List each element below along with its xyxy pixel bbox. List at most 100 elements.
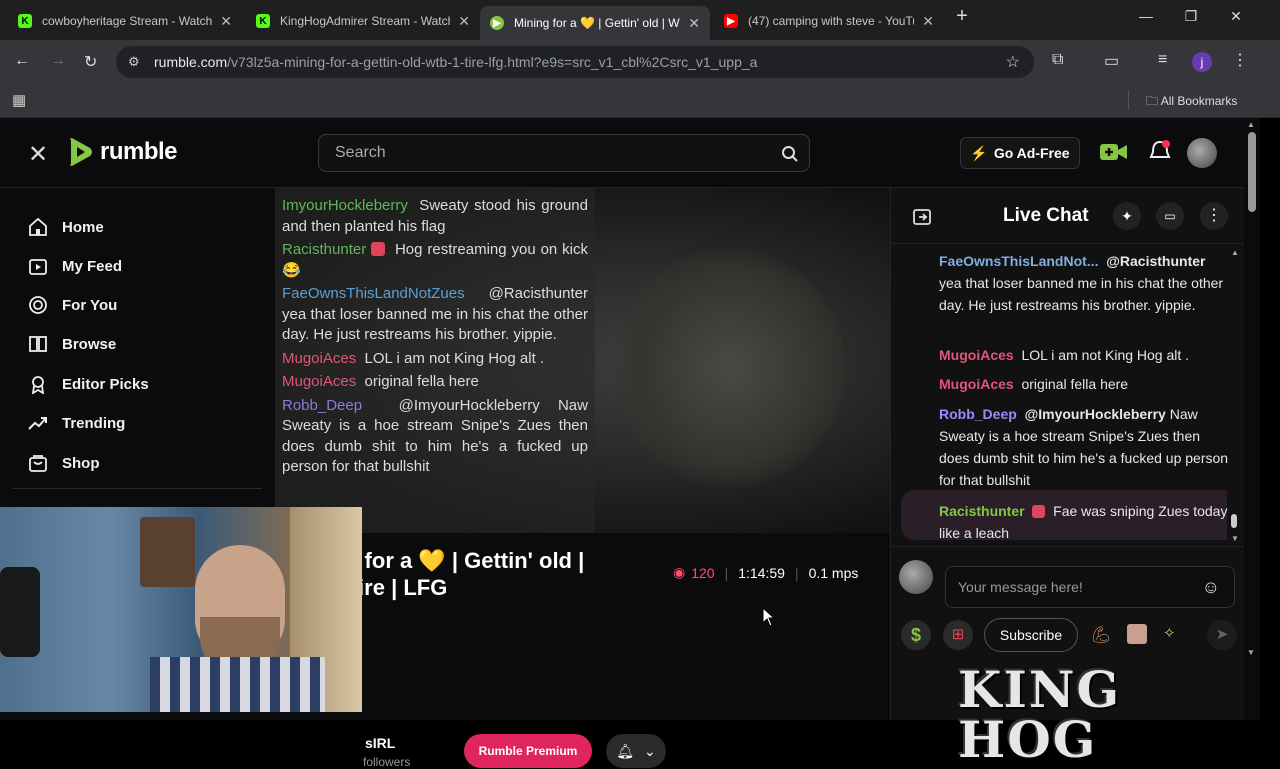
pin-icon[interactable]: ✦ <box>1113 202 1141 230</box>
gift-icon[interactable]: ⊞ <box>943 620 973 650</box>
overlay-message: MugoiAces original fella here <box>282 373 479 390</box>
search-input[interactable]: Search <box>318 134 810 172</box>
chat-message: MugoiAces original fella here <box>939 376 1129 392</box>
for-you-icon <box>29 296 47 314</box>
back-button[interactable]: ← <box>14 52 30 70</box>
page-scrollbar-thumb[interactable] <box>1248 132 1256 212</box>
scroll-down-icon[interactable]: ▼ <box>1231 534 1239 543</box>
stats-separator: | <box>794 564 799 581</box>
video-player[interactable]: ImyourHockleberry Sweaty stood his groun… <box>275 188 890 533</box>
feed-icon <box>29 259 47 275</box>
search-icon[interactable] <box>781 145 799 163</box>
collapse-chat-icon[interactable] <box>913 208 931 226</box>
trending-icon <box>28 417 47 430</box>
sidebar-item-shop[interactable]: Shop <box>28 448 100 478</box>
chat-message: FaeOwnsThisLandNot... @Racisthunter yea … <box>939 253 1224 313</box>
browser-tab[interactable]: ▶ (47) camping with steve - YouTu ✕ <box>714 6 944 36</box>
page-scrollbar[interactable]: ▲ ▼ <box>1244 118 1260 662</box>
page-scroll-down-icon[interactable]: ▼ <box>1247 648 1255 657</box>
sidebar-item-home[interactable]: Home <box>28 212 104 242</box>
browser-tab-active[interactable]: ▶ Mining for a 💛 | Gettin' old | W ✕ <box>480 6 710 40</box>
moderator-badge-icon <box>1032 505 1046 518</box>
video-info: g for a 💛 | Gettin' old | Tire | LFG ◉ 1… <box>275 533 890 769</box>
mouse-cursor-icon <box>762 607 776 627</box>
cast-icon[interactable]: ▭ <box>1104 51 1119 71</box>
stream-chat-overlay: ImyourHockleberry Sweaty stood his groun… <box>275 188 595 533</box>
bookmarks-bar: ▦ 🗀 All Bookmarks <box>0 84 1280 118</box>
browser-menu-icon[interactable]: ⋮ <box>1232 50 1248 70</box>
reload-button[interactable]: ↻ <box>84 52 97 72</box>
overlay-top-spacer <box>275 188 595 196</box>
sidebar-divider <box>12 488 262 489</box>
emoji-icon[interactable]: ☺ <box>1202 577 1220 598</box>
wall-decoration <box>140 517 195 587</box>
go-ad-free-button[interactable]: ⚡ Go Ad-Free <box>960 137 1080 169</box>
channel-name[interactable]: sIRL <box>365 735 395 751</box>
moderator-badge-icon <box>371 242 386 256</box>
bookmark-star-icon[interactable]: ☆ <box>1006 52 1020 72</box>
sidebar-item-for-you[interactable]: For You <box>28 290 117 320</box>
spark-emote-icon[interactable]: ✧ <box>1163 624 1176 642</box>
close-tab-icon[interactable]: ✕ <box>688 15 700 32</box>
maximize-button[interactable]: ❐ <box>1176 8 1206 25</box>
chat-message-input[interactable]: Your message here! ☺ <box>945 566 1235 608</box>
all-bookmarks-button[interactable]: 🗀 All Bookmarks <box>1146 92 1237 113</box>
browser-tab[interactable]: K cowboyheritage Stream - Watch ✕ <box>8 6 242 36</box>
close-menu-icon[interactable]: ✕ <box>28 140 48 169</box>
browse-icon <box>29 336 47 352</box>
chat-message: MugoiAces LOL i am not King Hog alt . <box>939 347 1190 363</box>
close-tab-icon[interactable]: ✕ <box>458 13 470 30</box>
flex-emote-icon[interactable]: 💪︎ <box>1091 625 1111 645</box>
overlay-message: FaeOwnsThisLandNotZues @Racisthunter yea… <box>282 285 588 343</box>
bookmarks-divider <box>1128 90 1129 110</box>
bell-icon: 🔔︎ <box>616 742 635 759</box>
tip-dollar-icon[interactable]: $ <box>901 620 931 650</box>
sidebar-item-browse[interactable]: Browse <box>28 329 116 359</box>
notification-toggle-button[interactable]: 🔔︎ ⌄ <box>606 734 666 768</box>
browser-tab[interactable]: K KingHogAdmirer Stream - Watch ✕ <box>246 6 480 36</box>
send-message-icon[interactable]: ➤ <box>1207 620 1237 650</box>
webcam-overlay <box>0 507 362 712</box>
extensions-icon[interactable]: ⧉ <box>1052 51 1063 69</box>
page-scroll-up-icon[interactable]: ▲ <box>1247 120 1255 129</box>
person-shirt <box>150 657 325 712</box>
sidebar-item-trending[interactable]: Trending <box>28 408 125 438</box>
browser-toolbar: ← → ↻ ⚙ rumble.com/v73lz5a-mining-for-a-… <box>0 40 1280 84</box>
chat-divider <box>891 546 1245 547</box>
folder-icon: 🗀 <box>1146 94 1161 108</box>
profile-avatar[interactable]: j <box>1192 52 1212 72</box>
minimize-button[interactable]: — <box>1131 8 1161 24</box>
media-control-icon[interactable]: ≡ <box>1158 51 1167 69</box>
video-frame-glow <box>615 248 845 488</box>
close-tab-icon[interactable]: ✕ <box>922 13 934 30</box>
close-window-button[interactable]: ✕ <box>1221 8 1251 25</box>
channel-followers: followers <box>363 755 411 769</box>
address-bar[interactable]: ⚙ rumble.com/v73lz5a-mining-for-a-gettin… <box>116 46 1034 78</box>
user-avatar[interactable] <box>1187 138 1217 168</box>
go-live-camera-icon[interactable] <box>1100 142 1128 162</box>
rumble-icon: ▶ <box>490 16 504 30</box>
overlay-message: Racisthunter Hog restreaming you on kick… <box>282 241 589 279</box>
scroll-up-icon[interactable]: ▲ <box>1231 248 1239 257</box>
apps-grid-icon[interactable]: ▦ <box>12 91 26 109</box>
chat-menu-icon[interactable]: ⋮ <box>1200 202 1228 230</box>
notifications-bell-icon[interactable] <box>1149 139 1171 165</box>
chat-user-avatar <box>899 560 933 594</box>
new-tab-button[interactable]: + <box>947 5 977 28</box>
rumble-logo[interactable]: rumble <box>66 136 178 168</box>
rumble-premium-button[interactable]: Rumble Premium <box>464 734 592 768</box>
stats-separator: | <box>724 564 729 581</box>
forward-button[interactable]: → <box>50 52 66 70</box>
popout-chat-icon[interactable]: ▭ <box>1156 202 1184 230</box>
home-icon <box>29 217 47 236</box>
chat-scrollbar-thumb[interactable] <box>1231 514 1237 528</box>
custom-emote-icon[interactable] <box>1127 624 1147 644</box>
sidebar-item-my-feed[interactable]: My Feed <box>28 251 122 281</box>
site-info-icon[interactable]: ⚙ <box>128 54 140 70</box>
youtube-icon: ▶ <box>724 14 738 28</box>
chat-scrollbar[interactable]: ▲ ▼ <box>1231 248 1239 544</box>
subscribe-button[interactable]: Subscribe <box>984 618 1078 652</box>
site-header: ✕ rumble Search ⚡ Go Ad-Free <box>0 118 1244 188</box>
close-tab-icon[interactable]: ✕ <box>220 13 232 30</box>
sidebar-item-editor-picks[interactable]: Editor Picks <box>28 369 149 399</box>
